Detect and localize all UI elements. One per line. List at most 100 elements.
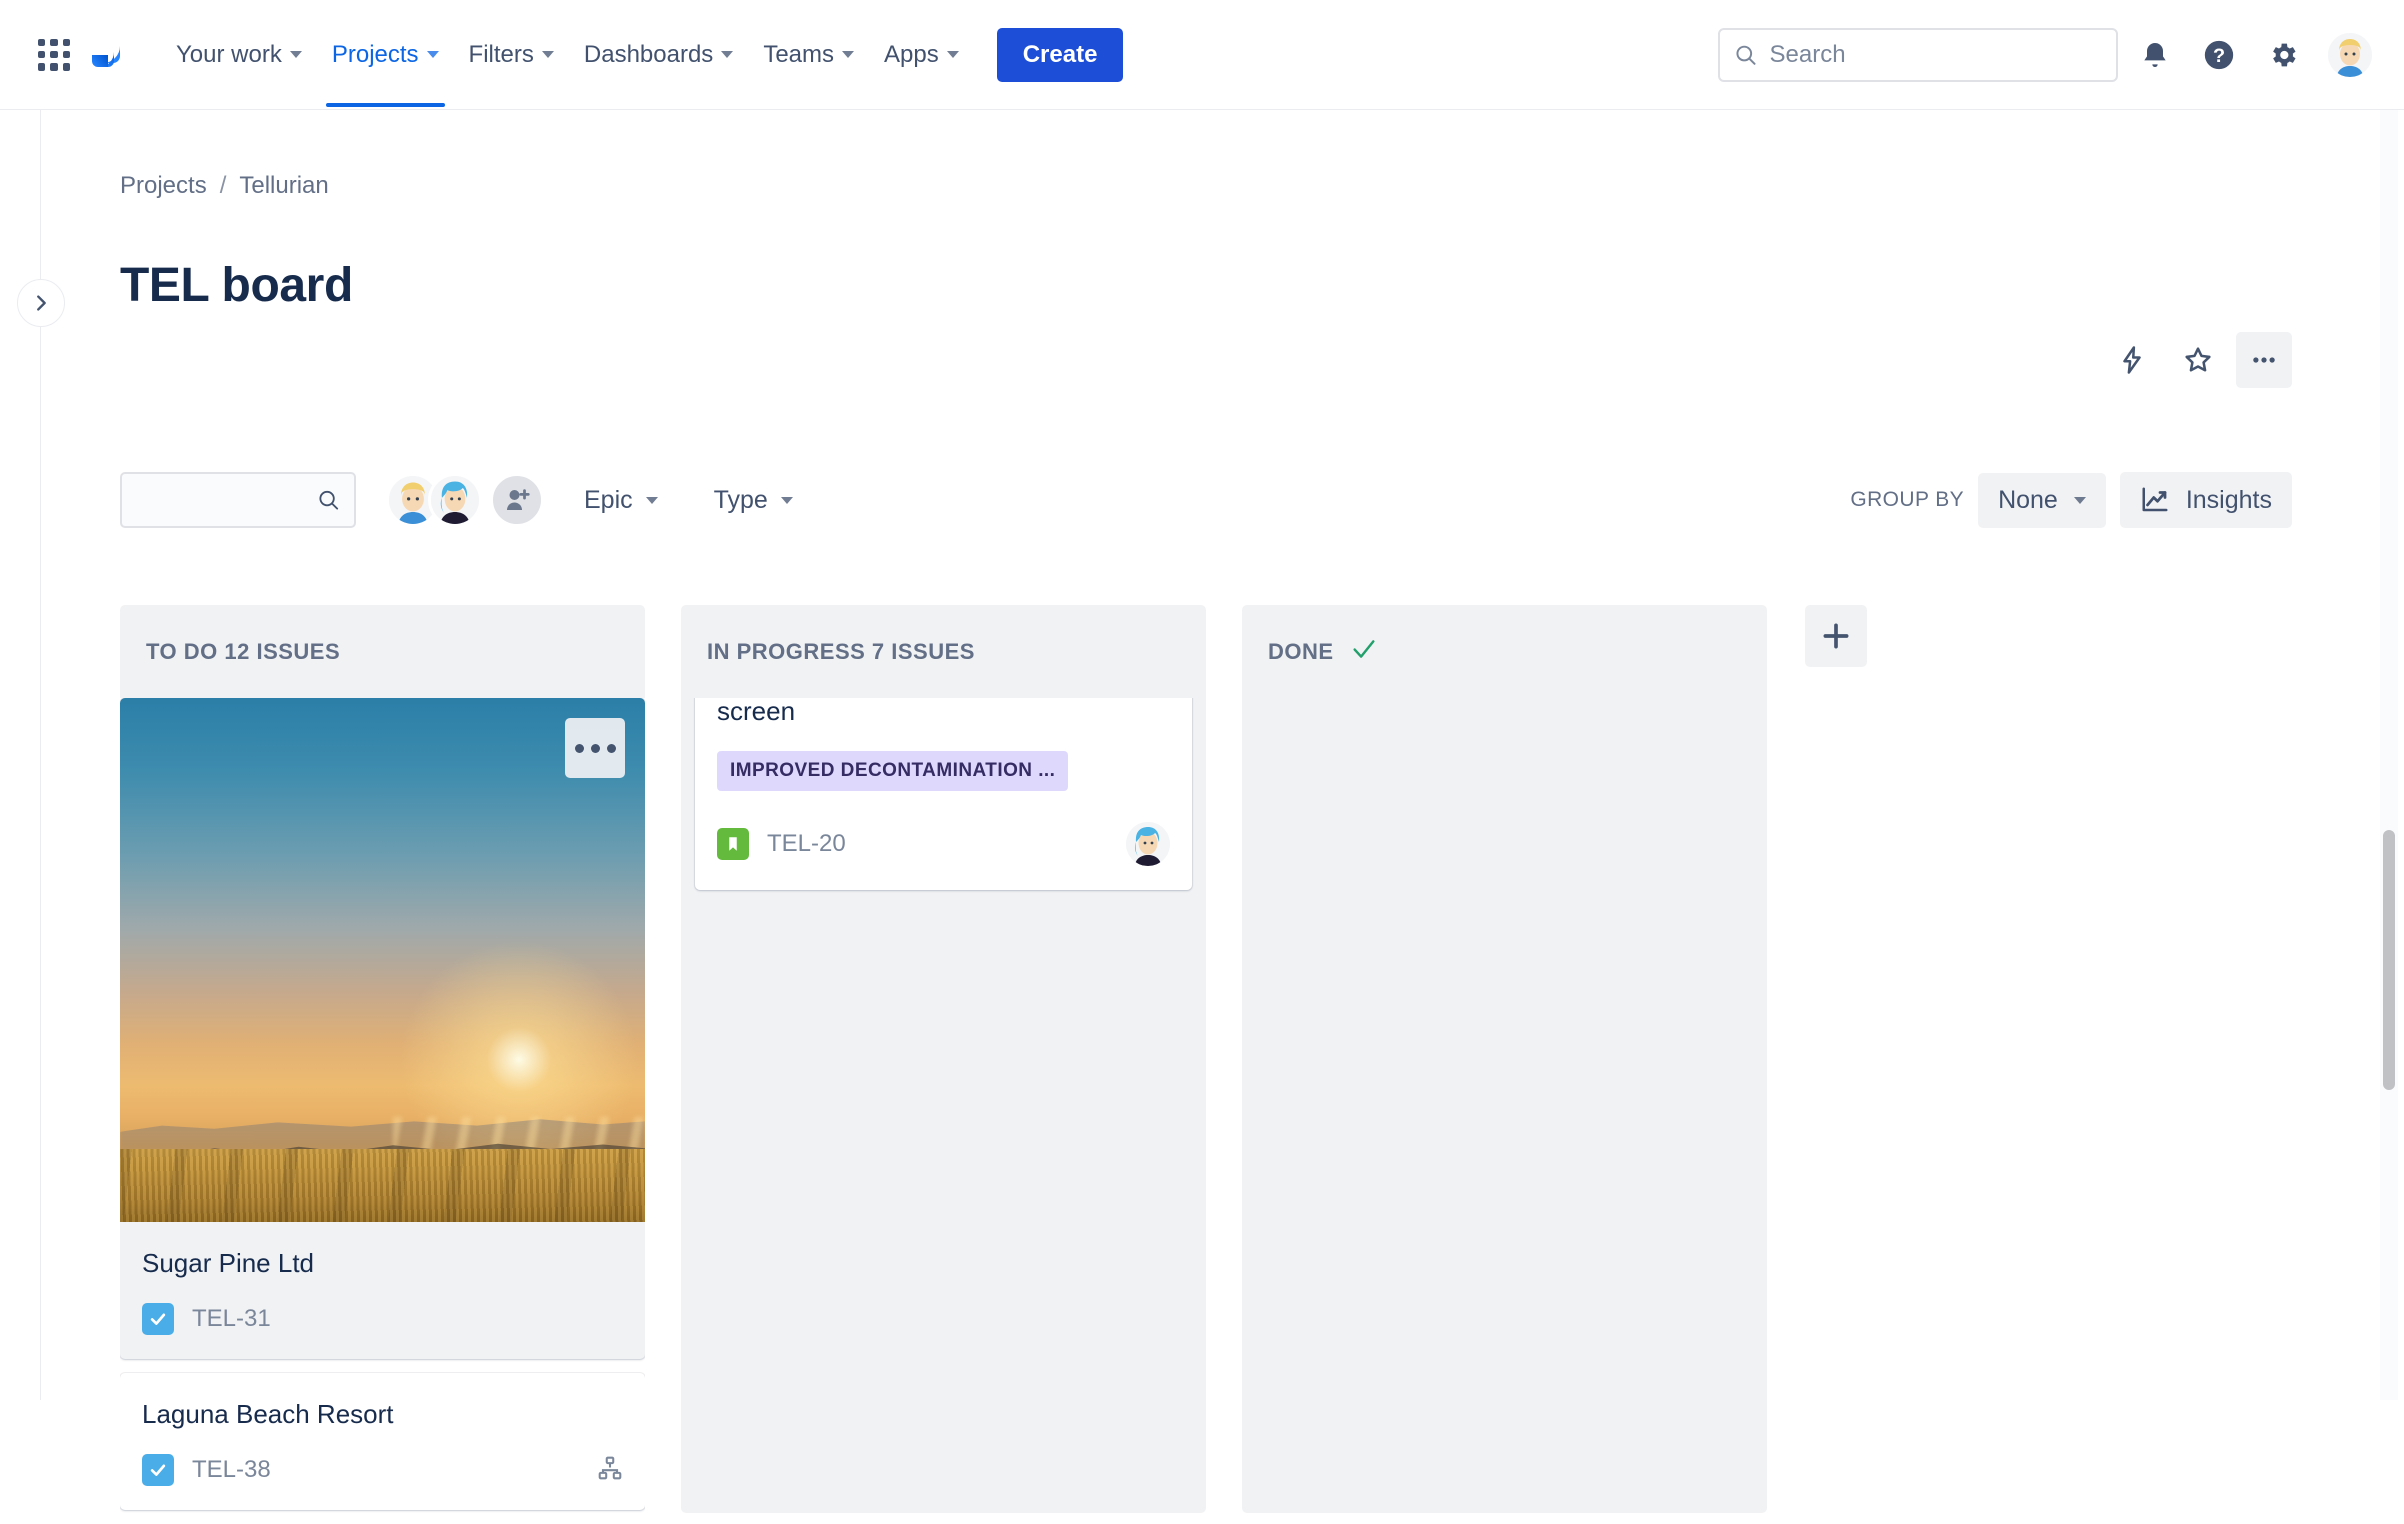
- insights-chart-icon: [2142, 487, 2168, 512]
- help-icon[interactable]: ?: [2192, 28, 2246, 82]
- settings-gear-icon[interactable]: [2256, 28, 2310, 82]
- add-people-button[interactable]: [490, 473, 544, 527]
- nav-label: Dashboards: [583, 40, 714, 68]
- board-search-box[interactable]: [120, 472, 356, 528]
- epic-filter-button[interactable]: Epic: [568, 476, 674, 525]
- notifications-icon[interactable]: [2128, 28, 2182, 82]
- card-footer: TEL-31: [142, 1303, 623, 1336]
- kanban-board: TO DO 12 ISSUES Sugar Pine Ltd TEL-31 La…: [120, 605, 2404, 1513]
- chevron-down-icon: [289, 51, 302, 58]
- chevron-down-icon: [780, 496, 793, 504]
- nav-item-your-work[interactable]: Your work: [162, 31, 316, 79]
- chevron-down-icon: [842, 51, 854, 58]
- nav-item-apps[interactable]: Apps: [870, 31, 973, 79]
- nav-item-dashboards[interactable]: Dashboards: [570, 31, 747, 79]
- search-icon: [1736, 45, 1756, 65]
- story-type-icon: [717, 828, 749, 861]
- vertical-scrollbar-track[interactable]: [2380, 110, 2398, 1400]
- card-body: screen IMPROVED DECONTAMINATION ... TEL-…: [695, 698, 1192, 890]
- chevron-down-icon: [946, 51, 959, 58]
- card-body: Laguna Beach Resort TEL-38: [120, 1373, 645, 1510]
- primary-nav: Your work Projects Filters Dashboards Te…: [162, 27, 1124, 107]
- profile-avatar[interactable]: [2326, 30, 2374, 79]
- board-page: Projects / Tellurian TEL board Epic Type…: [41, 110, 2404, 1513]
- board-header-actions: [2104, 332, 2292, 388]
- insights-button[interactable]: Insights: [2119, 472, 2292, 528]
- nav-item-projects[interactable]: Projects: [318, 31, 453, 107]
- grid-dot: [50, 50, 58, 59]
- star-icon[interactable]: [2170, 332, 2226, 388]
- assignee-avatar[interactable]: [1126, 822, 1170, 867]
- grid-dot: [50, 63, 58, 71]
- card-issue-key[interactable]: TEL-20: [767, 830, 846, 858]
- grid-dot: [50, 38, 58, 46]
- task-type-icon: [142, 1303, 174, 1336]
- card-title: Laguna Beach Resort: [142, 1399, 394, 1430]
- nav-label: Teams: [763, 40, 834, 68]
- chevron-down-icon: [541, 51, 554, 58]
- nav-item-teams[interactable]: Teams: [749, 31, 868, 79]
- dot: [606, 743, 616, 753]
- chevron-down-icon: [426, 51, 439, 58]
- column-cards-done: [1242, 698, 1767, 1513]
- dot: [590, 743, 600, 753]
- more-actions-icon[interactable]: [2236, 332, 2292, 388]
- nav-label: Filters: [468, 40, 534, 68]
- plus-icon: [1823, 623, 1849, 649]
- group-by-label: GROUP BY: [1850, 488, 1965, 511]
- global-search-box[interactable]: [1718, 27, 2118, 82]
- group-by-value: None: [1998, 485, 2058, 514]
- card-body: Sugar Pine Ltd TEL-31: [120, 1222, 645, 1359]
- breadcrumb: Projects / Tellurian: [120, 172, 329, 200]
- wheat-field: [120, 1148, 645, 1222]
- board-toolbar: Epic Type: [120, 472, 809, 528]
- board-toolbar-right: GROUP BY None Insights: [1850, 472, 2292, 528]
- jira-logo-icon[interactable]: [90, 33, 134, 77]
- column-cards-in-progress: screen IMPROVED DECONTAMINATION ... TEL-…: [681, 698, 1206, 1513]
- done-check-icon: [1350, 635, 1378, 668]
- board-search-input[interactable]: [136, 487, 317, 513]
- column-header[interactable]: IN PROGRESS 7 ISSUES: [681, 605, 1206, 698]
- issue-card[interactable]: Laguna Beach Resort TEL-38: [120, 1373, 645, 1511]
- automation-icon[interactable]: [2104, 332, 2160, 388]
- board-column-todo: TO DO 12 ISSUES Sugar Pine Ltd TEL-31 La…: [120, 605, 645, 1524]
- nav-label: Projects: [331, 40, 419, 68]
- global-search-input[interactable]: [1769, 40, 2102, 69]
- card-title: Sugar Pine Ltd: [142, 1248, 315, 1278]
- epic-filter-label: Epic: [584, 485, 633, 514]
- breadcrumb-separator: /: [219, 172, 227, 199]
- board-members: [386, 473, 544, 527]
- app-switcher-icon[interactable]: [32, 33, 76, 77]
- breadcrumb-tellurian[interactable]: Tellurian: [239, 172, 328, 200]
- card-more-menu-icon[interactable]: [565, 718, 625, 778]
- top-navigation-bar: Your work Projects Filters Dashboards Te…: [0, 0, 2404, 110]
- add-column-button[interactable]: [1805, 605, 1867, 667]
- type-filter-button[interactable]: Type: [698, 476, 809, 525]
- expand-sidebar-button[interactable]: [17, 279, 65, 327]
- issue-card[interactable]: screen IMPROVED DECONTAMINATION ... TEL-…: [695, 698, 1192, 891]
- vertical-scrollbar-thumb[interactable]: [2383, 830, 2395, 1090]
- group-by-select[interactable]: None: [1978, 472, 2106, 528]
- avatar[interactable]: [428, 473, 482, 527]
- type-filter-label: Type: [713, 485, 768, 514]
- card-footer: TEL-20: [717, 822, 1170, 867]
- grid-dot: [62, 50, 70, 59]
- nav-label: Apps: [884, 40, 939, 68]
- board-column-done: DONE: [1242, 605, 1767, 1513]
- breadcrumb-projects[interactable]: Projects: [120, 172, 207, 200]
- column-header[interactable]: TO DO 12 ISSUES: [120, 605, 645, 698]
- child-issues-icon: [597, 1455, 623, 1486]
- grid-dot: [38, 63, 46, 71]
- nav-item-filters[interactable]: Filters: [455, 31, 568, 79]
- column-header[interactable]: DONE: [1242, 605, 1767, 698]
- create-button[interactable]: Create: [996, 27, 1124, 82]
- column-title-in-progress: IN PROGRESS 7 ISSUES: [707, 638, 975, 664]
- epic-label[interactable]: IMPROVED DECONTAMINATION ...: [717, 751, 1069, 792]
- page-title: TEL board: [120, 259, 353, 312]
- nav-right-group: ?: [1718, 27, 2374, 82]
- board-column-in-progress: IN PROGRESS 7 ISSUES screen IMPROVED DEC…: [681, 605, 1206, 1513]
- card-issue-key[interactable]: TEL-31: [192, 1305, 271, 1333]
- issue-card[interactable]: Sugar Pine Ltd TEL-31: [120, 698, 645, 1360]
- card-issue-key[interactable]: TEL-38: [192, 1456, 271, 1484]
- chevron-down-icon: [2073, 496, 2086, 504]
